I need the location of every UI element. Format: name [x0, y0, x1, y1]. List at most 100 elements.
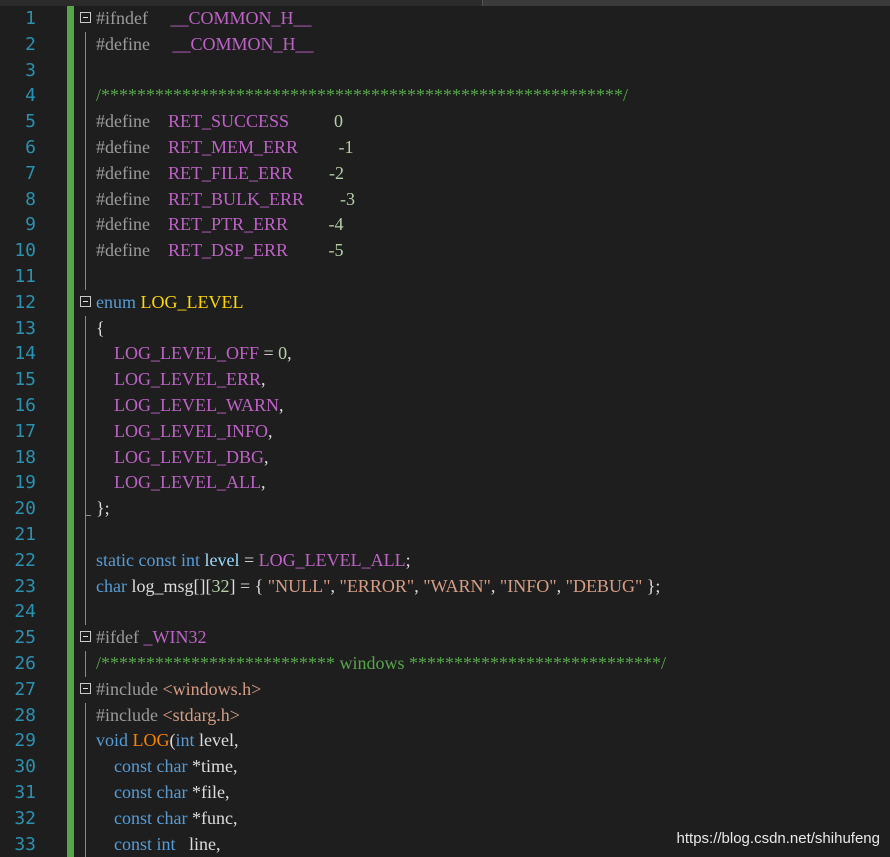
code-token: LOG_LEVEL_ERR: [96, 369, 261, 390]
code-line[interactable]: 14 LOG_LEVEL_OFF = 0,: [0, 341, 890, 368]
code-token: enum: [96, 291, 136, 312]
code-line[interactable]: 24: [0, 599, 890, 626]
code-text[interactable]: const char *time,: [96, 754, 237, 780]
code-line[interactable]: 17 LOG_LEVEL_INFO,: [0, 418, 890, 445]
code-line[interactable]: 22 static const int level = LOG_LEVEL_ALL…: [0, 547, 890, 574]
change-indicator: [67, 625, 74, 651]
collapse-icon[interactable]: [80, 682, 91, 694]
code-line[interactable]: 2 #define __COMMON_H__: [0, 31, 890, 58]
code-text[interactable]: enum LOG_LEVEL: [96, 290, 243, 316]
code-token: ,: [260, 472, 266, 493]
code-text[interactable]: #include <windows.h>: [96, 677, 261, 703]
code-token: ;: [405, 549, 411, 570]
code-line[interactable]: 1 #ifndef __COMMON_H__: [0, 6, 890, 32]
collapse-icon[interactable]: [80, 631, 91, 643]
code-text[interactable]: #define RET_MEM_ERR -1: [96, 135, 354, 161]
code-line[interactable]: 11: [0, 264, 890, 290]
code-text[interactable]: /***************************************…: [96, 83, 628, 109]
code-text[interactable]: #ifndef __COMMON_H__: [96, 6, 312, 32]
code-line[interactable]: 5 #define RET_SUCCESS 0: [0, 109, 890, 135]
code-text[interactable]: LOG_LEVEL_OFF = 0,: [96, 341, 292, 367]
code-line[interactable]: 31 const char *file,: [0, 780, 890, 806]
code-line[interactable]: 12 enum LOG_LEVEL: [0, 289, 890, 316]
code-text[interactable]: #define RET_PTR_ERR -4: [96, 212, 344, 238]
code-token: LOG: [132, 730, 170, 751]
code-line[interactable]: 13 {: [0, 315, 890, 342]
code-text[interactable]: #define RET_SUCCESS 0: [96, 109, 343, 135]
code-editor[interactable]: 1 #ifndef __COMMON_H__ 2 #define __COMMON_H…: [0, 6, 890, 857]
code-text[interactable]: const char *file,: [96, 780, 229, 806]
line-number: 33: [14, 833, 36, 855]
code-text[interactable]: /************************** windows ****…: [96, 651, 666, 677]
code-text[interactable]: {: [96, 316, 105, 342]
code-line[interactable]: 18 LOG_LEVEL_DBG,: [0, 444, 890, 471]
code-text[interactable]: void LOG(int level,: [96, 728, 239, 754]
code-text[interactable]: #ifdef _WIN32: [96, 625, 206, 651]
code-text[interactable]: LOG_LEVEL_WARN,: [96, 393, 283, 419]
code-token: #define: [96, 162, 150, 183]
code-line[interactable]: 7 #define RET_FILE_ERR -2: [0, 160, 890, 187]
code-text[interactable]: const int line,: [96, 832, 221, 857]
code-line[interactable]: 15 LOG_LEVEL_ERR,: [0, 367, 890, 393]
code-line[interactable]: 20};: [0, 496, 890, 522]
change-indicator: [67, 728, 74, 755]
code-line[interactable]: 30 const char *time,: [0, 754, 890, 780]
change-indicator: [67, 805, 74, 832]
code-token: const: [114, 756, 152, 777]
code-token: #define: [96, 111, 150, 132]
code-line[interactable]: 26 /************************** windows **…: [0, 651, 890, 677]
code-token: };: [96, 498, 110, 519]
code-text[interactable]: const char *func,: [96, 806, 237, 832]
line-number: 16: [14, 395, 36, 416]
code-text[interactable]: LOG_LEVEL_ERR,: [96, 367, 265, 393]
code-line[interactable]: 9 #define RET_PTR_ERR -4: [0, 212, 890, 239]
line-number: 26: [14, 653, 36, 674]
collapse-icon[interactable]: [80, 295, 91, 307]
code-token: int: [156, 833, 176, 854]
code-line[interactable]: 16 LOG_LEVEL_WARN,: [0, 393, 890, 419]
line-number: 15: [14, 369, 36, 391]
code-text[interactable]: #define RET_BULK_ERR -3: [96, 187, 355, 213]
line-number: 11: [14, 266, 36, 287]
change-indicator: [67, 160, 74, 187]
code-line[interactable]: 23 char log_msg[][32] = { "NULL", "ERROR"…: [0, 573, 890, 600]
code-text[interactable]: LOG_LEVEL_DBG,: [96, 445, 268, 471]
code-token: /***************************************…: [96, 85, 629, 106]
code-line[interactable]: 4 /**************************************…: [0, 83, 890, 110]
code-line[interactable]: 25 #ifdef _WIN32: [0, 625, 890, 651]
code-text[interactable]: #define __COMMON_H__: [96, 32, 314, 58]
code-token: static: [96, 549, 134, 570]
code-text[interactable]: LOG_LEVEL_ALL,: [96, 470, 265, 496]
code-line[interactable]: 27 #include <windows.h>: [0, 676, 890, 703]
code-text[interactable]: static const int level = LOG_LEVEL_ALL;: [96, 548, 411, 574]
code-text[interactable]: #define RET_FILE_ERR -2: [96, 161, 344, 187]
code-text[interactable]: char log_msg[][32] = { "NULL", "ERROR", …: [96, 574, 660, 600]
code-line[interactable]: 19 LOG_LEVEL_ALL,: [0, 470, 890, 497]
code-token: _WIN32: [143, 627, 207, 648]
change-indicator: [67, 341, 74, 368]
line-number: 24: [14, 601, 36, 623]
line-number: 30: [14, 756, 36, 778]
code-line[interactable]: 29 void LOG(int level,: [0, 728, 890, 755]
code-token: ] = {: [229, 575, 268, 596]
code-token: ,: [267, 420, 273, 441]
code-line[interactable]: 8 #define RET_BULK_ERR -3: [0, 186, 890, 213]
code-line[interactable]: 6 #define RET_MEM_ERR -1: [0, 135, 890, 161]
code-text[interactable]: LOG_LEVEL_INFO,: [96, 419, 272, 445]
code-token: /************************** windows ****…: [96, 653, 667, 673]
code-line[interactable]: 32 const char *func,: [0, 805, 890, 832]
code-token: #include: [96, 678, 158, 699]
collapse-icon[interactable]: [80, 12, 91, 23]
code-text[interactable]: #include <stdarg.h>: [96, 703, 240, 729]
code-line[interactable]: 3: [0, 57, 890, 84]
code-line[interactable]: 28 #include <stdarg.h>: [0, 702, 890, 729]
code-line[interactable]: 10 #define RET_DSP_ERR -5: [0, 238, 890, 264]
code-token: -3: [340, 188, 355, 209]
code-text[interactable]: };: [96, 496, 110, 522]
change-indicator: [67, 83, 74, 110]
line-number: 17: [14, 420, 36, 442]
code-line[interactable]: 21: [0, 522, 890, 548]
code-text[interactable]: #define RET_DSP_ERR -5: [96, 238, 344, 264]
